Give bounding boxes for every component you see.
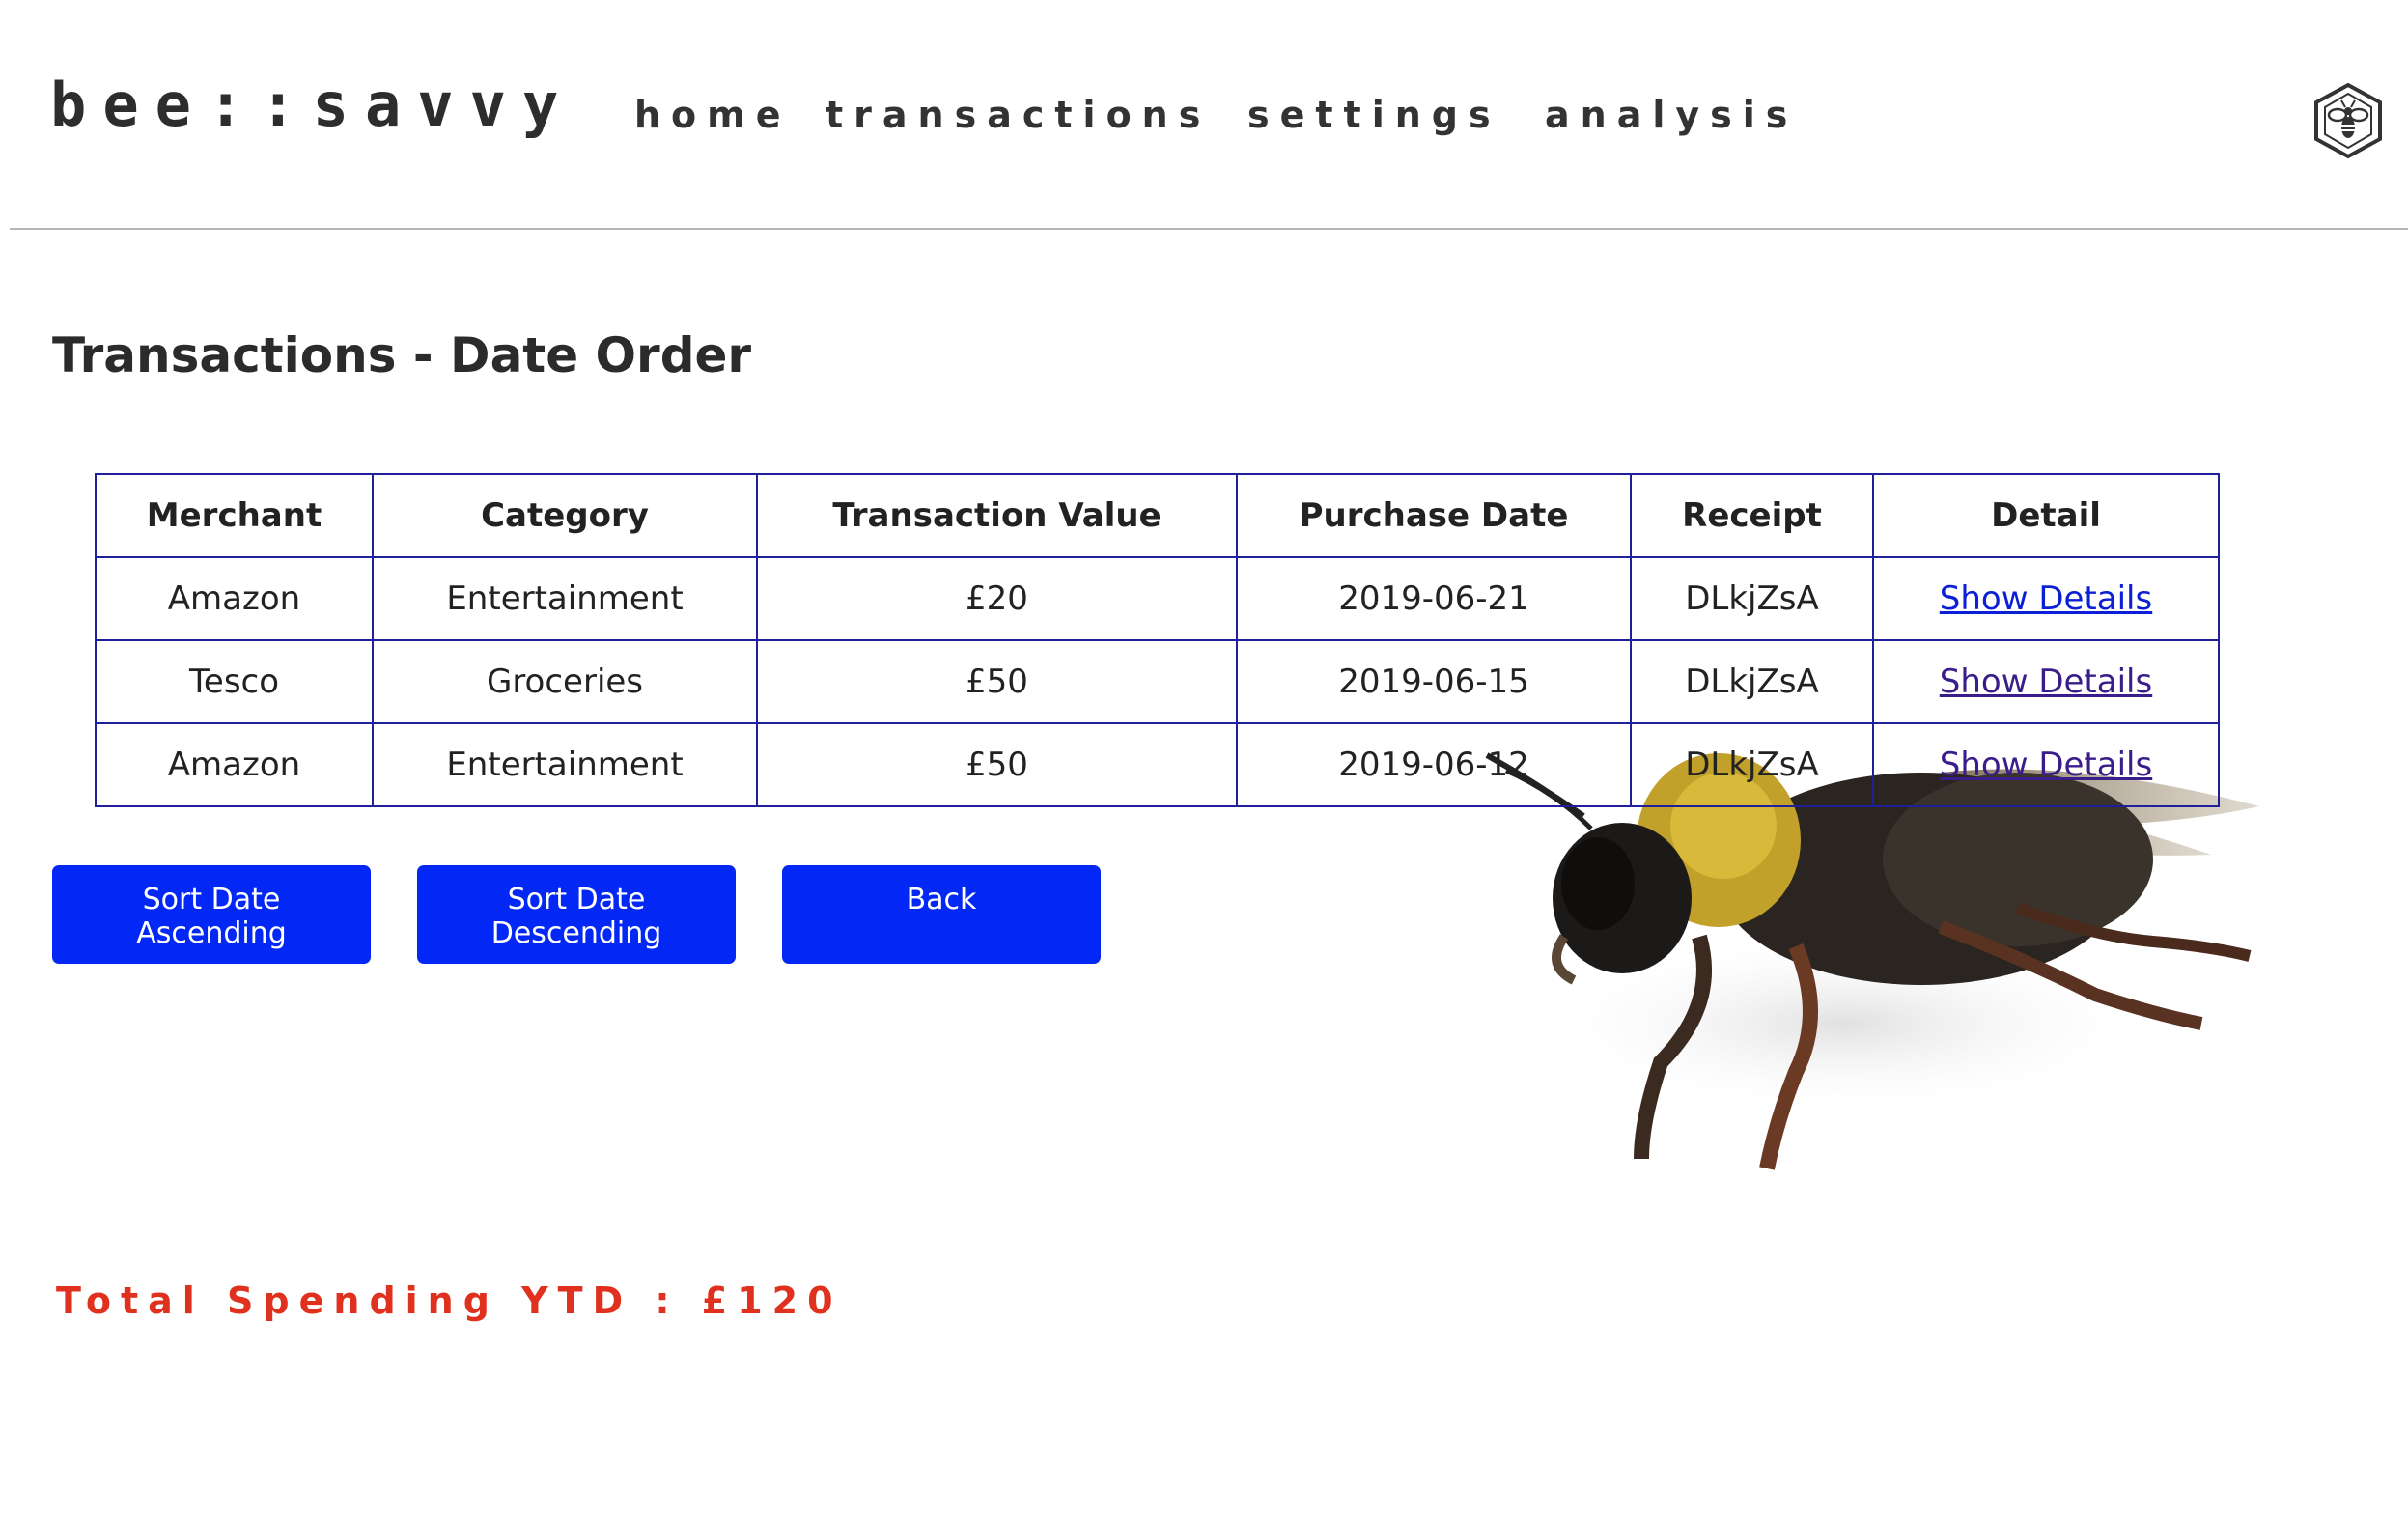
cell-date: 2019-06-21 [1236, 556, 1632, 641]
column-header-transaction-value: Transaction Value [756, 473, 1238, 558]
nav-transactions[interactable]: transactions [826, 97, 1211, 133]
table-row: Tesco Groceries £50 2019-06-15 DLkjZsA S… [95, 639, 2220, 724]
column-header-detail: Detail [1872, 473, 2220, 558]
show-details-link[interactable]: Show Details [1940, 662, 2152, 701]
page-title: Transactions - Date Order [52, 327, 752, 383]
table-row: Amazon Entertainment £50 2019-06-12 DLkj… [95, 722, 2220, 807]
nav-analysis[interactable]: analysis [1545, 97, 1798, 133]
sort-date-descending-button[interactable]: Sort Date Descending [417, 865, 736, 964]
cell-value: £50 [756, 722, 1238, 807]
nav-settings[interactable]: settings [1247, 97, 1501, 133]
button-label: Back [906, 883, 977, 916]
cell-receipt: DLkjZsA [1630, 722, 1874, 807]
cell-category: Entertainment [372, 556, 758, 641]
cell-merchant: Amazon [95, 556, 374, 641]
total-spending-ytd: Total Spending YTD : £120 [56, 1280, 843, 1322]
cell-category: Entertainment [372, 722, 758, 807]
show-details-link[interactable]: Show Details [1940, 579, 2152, 618]
cell-detail: Show Details [1872, 639, 2220, 724]
header-divider [10, 228, 2408, 230]
button-label-line: Sort Date [142, 883, 281, 916]
show-details-link[interactable]: Show Details [1940, 746, 2152, 784]
button-label-line: Descending [490, 916, 662, 950]
cell-merchant: Amazon [95, 722, 374, 807]
column-header-merchant: Merchant [95, 473, 374, 558]
nav-home[interactable]: home [634, 97, 792, 133]
button-label-line: Ascending [136, 916, 287, 950]
back-button[interactable]: Back [782, 865, 1101, 964]
cell-merchant: Tesco [95, 639, 374, 724]
button-label-line: Sort Date [507, 883, 646, 916]
cell-date: 2019-06-15 [1236, 639, 1632, 724]
table-row: Amazon Entertainment £20 2019-06-21 DLkj… [95, 556, 2220, 641]
cell-receipt: DLkjZsA [1630, 639, 1874, 724]
sort-date-ascending-button[interactable]: Sort Date Ascending [52, 865, 371, 964]
brand-logo-text[interactable]: bee::savvy [50, 75, 574, 135]
cell-date: 2019-06-12 [1236, 722, 1632, 807]
table-header-row: Merchant Category Transaction Value Purc… [95, 473, 2220, 558]
cell-category: Groceries [372, 639, 758, 724]
column-header-receipt: Receipt [1630, 473, 1874, 558]
column-header-purchase-date: Purchase Date [1236, 473, 1632, 558]
column-header-category: Category [372, 473, 758, 558]
cell-value: £50 [756, 639, 1238, 724]
cell-value: £20 [756, 556, 1238, 641]
transactions-table: Merchant Category Transaction Value Purc… [95, 473, 2220, 807]
cell-receipt: DLkjZsA [1630, 556, 1874, 641]
bee-hexagon-icon[interactable] [2311, 82, 2385, 159]
cell-detail: Show Details [1872, 556, 2220, 641]
cell-detail: Show Details [1872, 722, 2220, 807]
